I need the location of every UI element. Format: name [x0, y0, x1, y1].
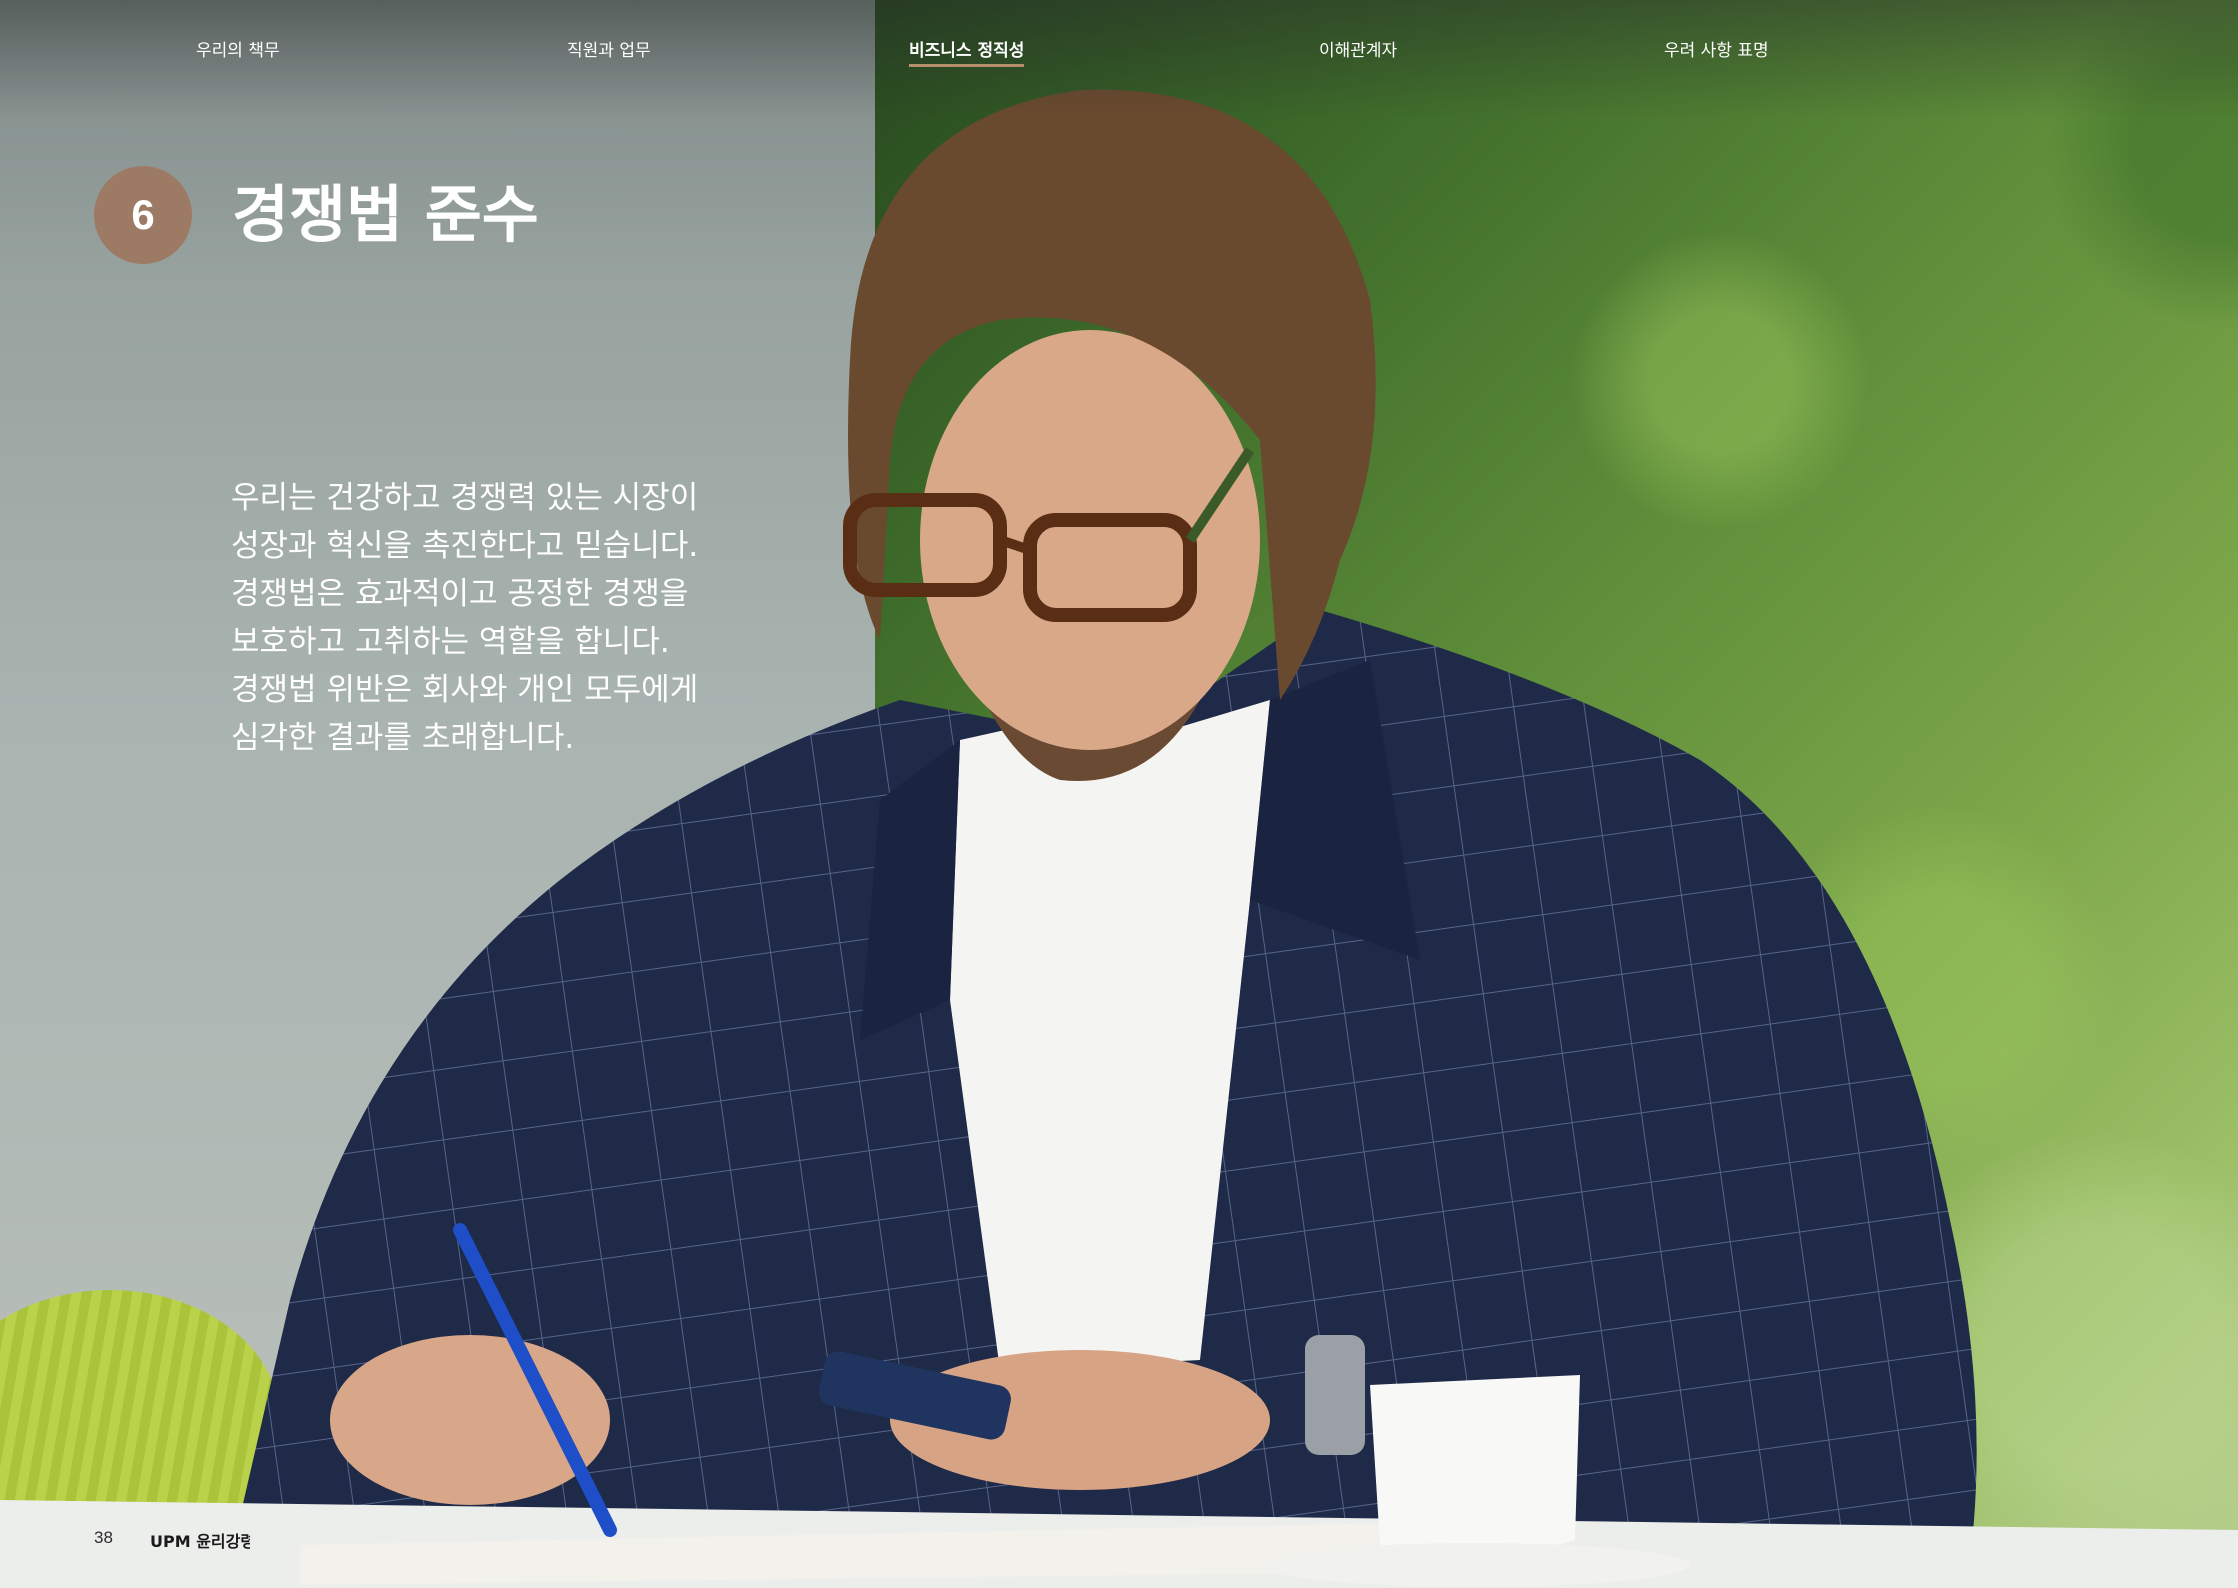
intro-line: 성장과 혁신을 촉진한다고 믿습니다.: [231, 528, 699, 564]
nav-item-employees-and-work[interactable]: 직원과 업무: [567, 36, 651, 61]
intro-line: 경쟁법 위반은 회사와 개인 모두에게: [231, 672, 699, 708]
intro-line: 경쟁법은 효과적이고 공정한 경쟁을: [231, 576, 689, 612]
photo-left-hand: [330, 1335, 610, 1505]
intro-line: 우리는 건강하고 경쟁력 있는 시장이: [231, 480, 699, 516]
intro-paragraph: 우리는 건강하고 경쟁력 있는 시장이 성장과 혁신을 촉진한다고 믿습니다. …: [231, 474, 751, 762]
nav-item-business-integrity-label: 비즈니스 정직성: [909, 41, 1025, 61]
chapter-navigation: 우리의 책무 직원과 업무 비즈니스 정직성 이해관계자 우려 사항 표명: [0, 0, 2238, 80]
nav-active-underline: [909, 64, 1025, 67]
document-title: UPM 윤리강령: [150, 1532, 250, 1551]
nav-item-stakeholders[interactable]: 이해관계자: [1319, 36, 1397, 61]
photo-cup: [1370, 1375, 1580, 1557]
page-number: 38: [94, 1528, 113, 1547]
chapter-number-badge: 6: [94, 166, 192, 264]
chapter-number: 6: [131, 191, 155, 238]
page-title: 경쟁법 준수: [232, 178, 539, 251]
nav-item-raising-concerns[interactable]: 우려 사항 표명: [1664, 36, 1769, 61]
document-page: 우리의 책무 직원과 업무 비즈니스 정직성 이해관계자 우려 사항 표명 6 …: [0, 0, 2238, 1588]
nav-item-our-commitment[interactable]: 우리의 책무: [196, 36, 280, 61]
intro-line: 보호하고 고취하는 역할을 합니다.: [231, 624, 670, 660]
intro-line: 심각한 결과를 초래합니다.: [231, 720, 575, 756]
photo-face: [920, 330, 1260, 750]
nav-item-business-integrity[interactable]: 비즈니스 정직성: [909, 36, 1025, 67]
